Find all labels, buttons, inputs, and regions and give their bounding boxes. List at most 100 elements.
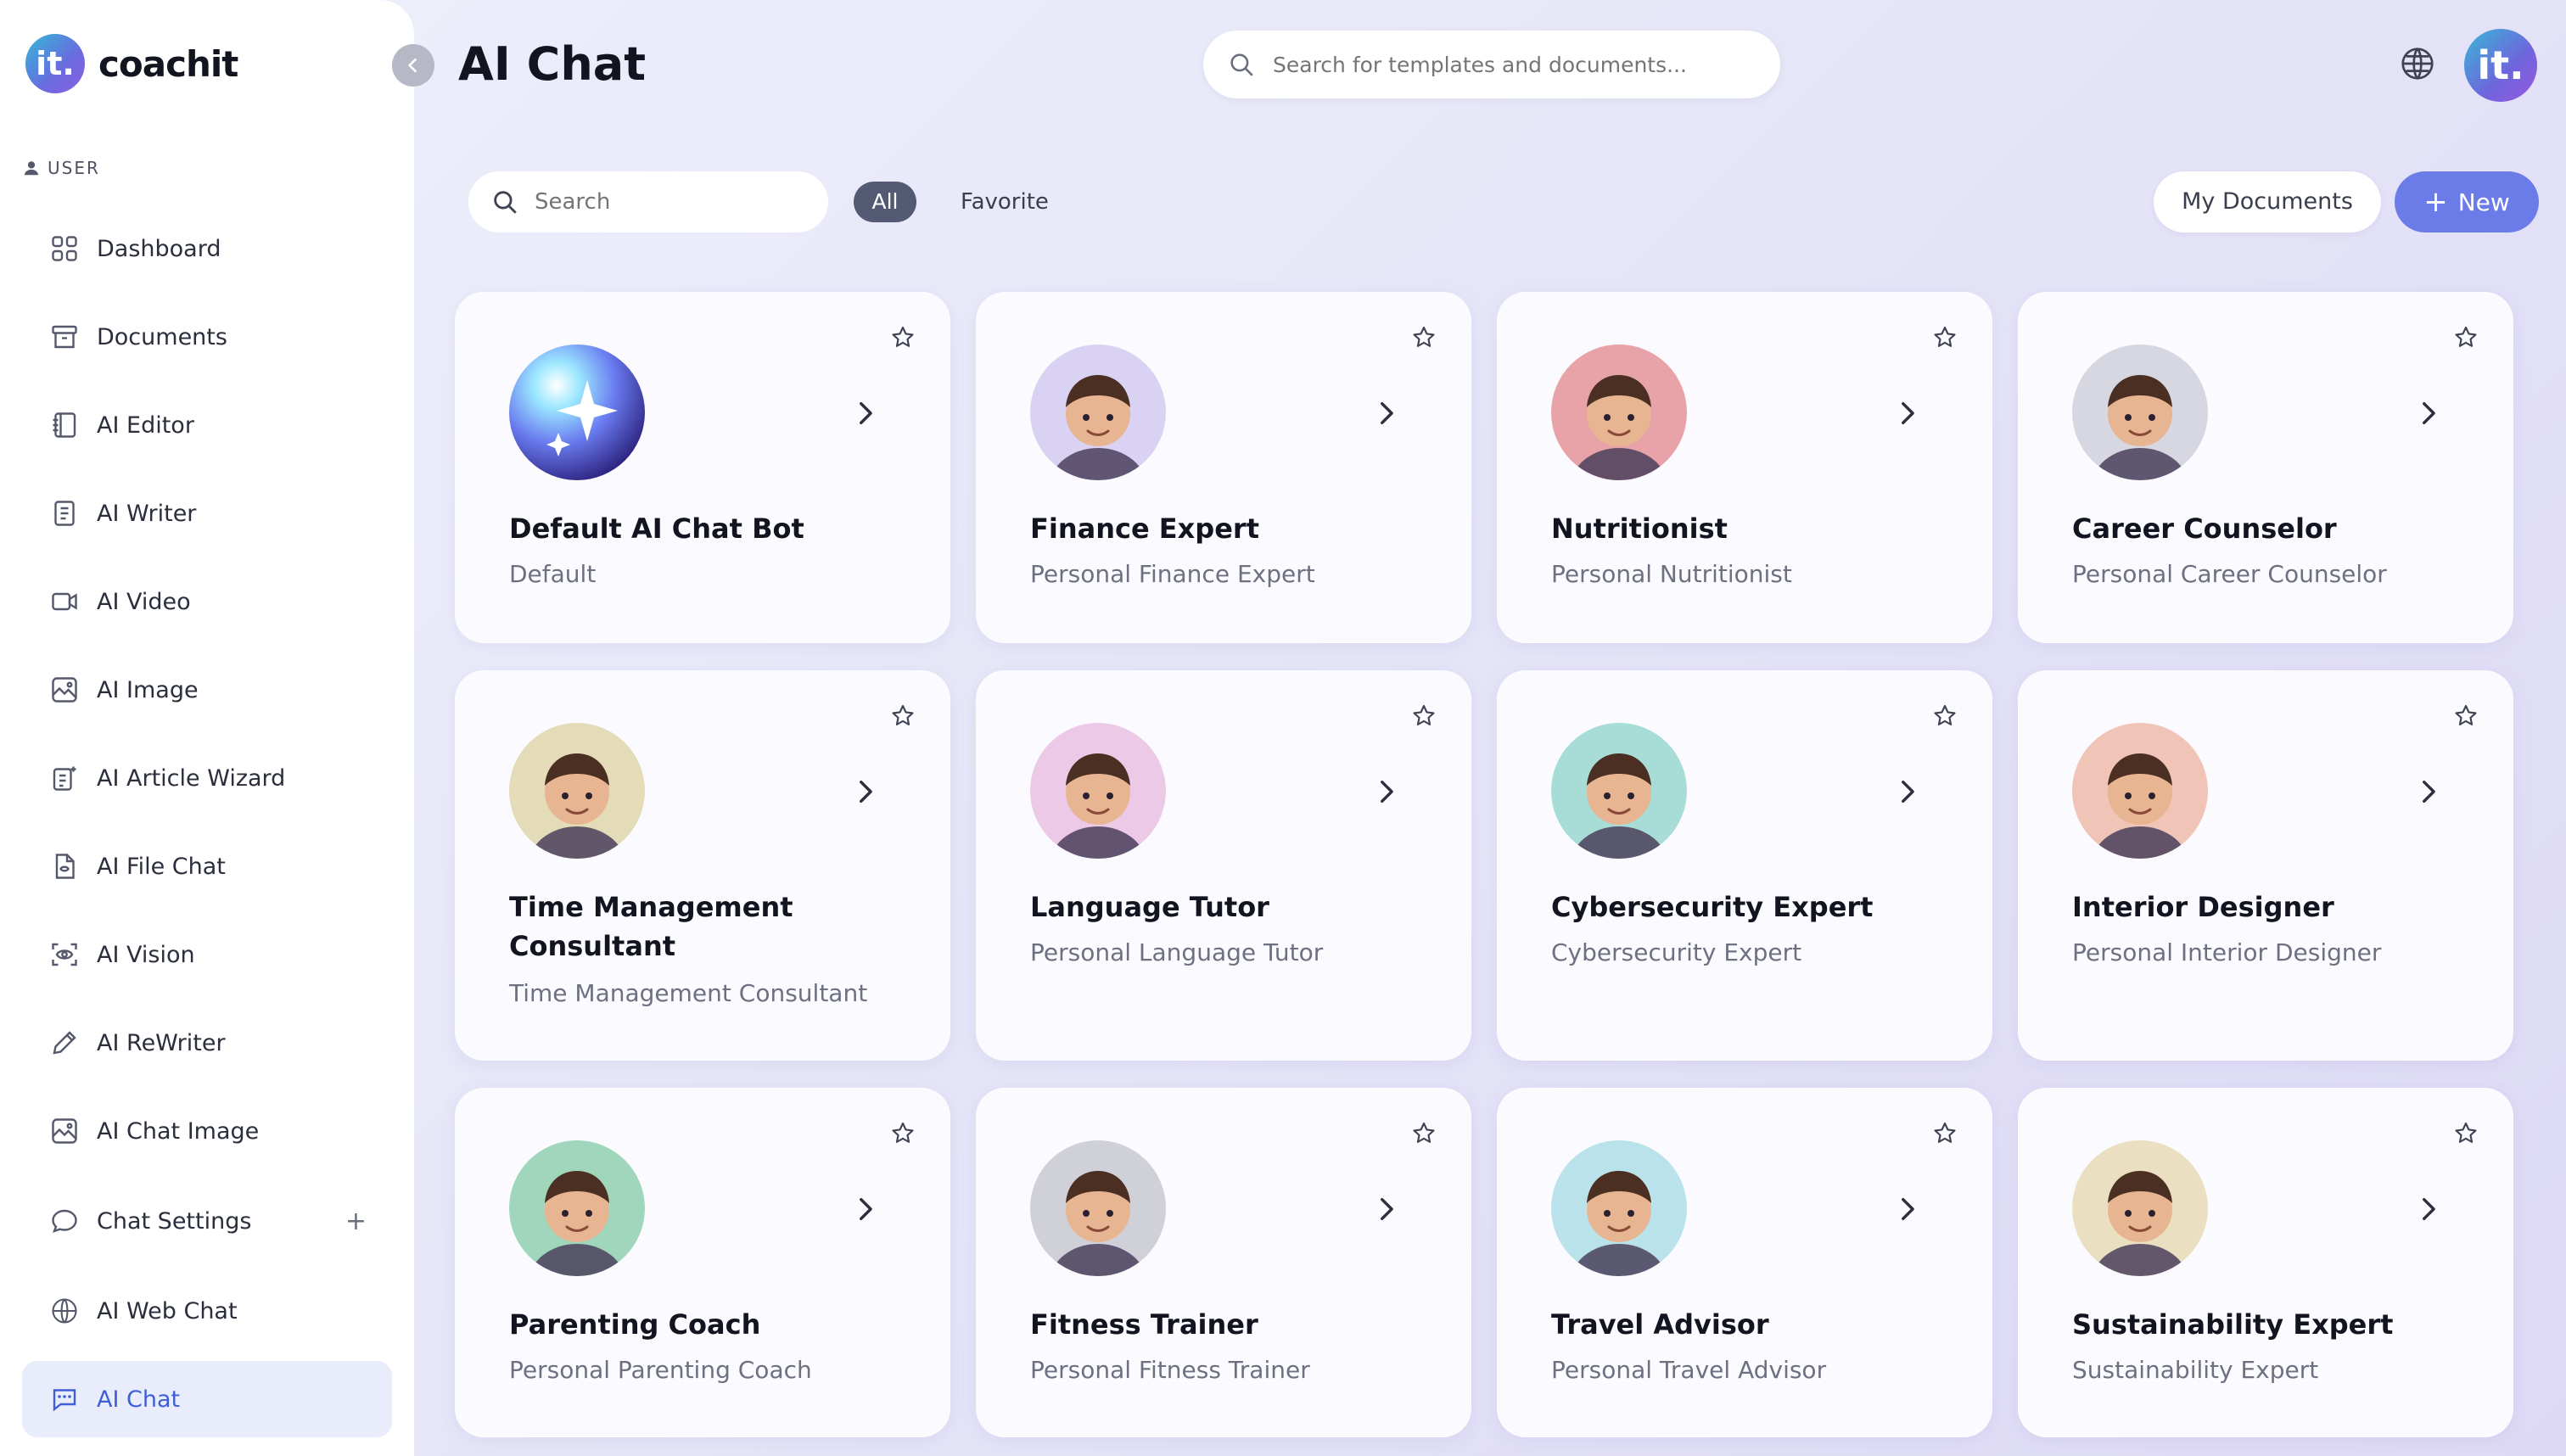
card-subtitle: Personal Language Tutor: [1030, 938, 1324, 966]
chevron-right-icon[interactable]: [850, 777, 879, 806]
chevron-right-icon[interactable]: [1371, 1195, 1400, 1224]
sidebar-item-dashboard[interactable]: Dashboard: [22, 210, 392, 287]
favorite-star-icon[interactable]: [2452, 324, 2479, 351]
global-search-input[interactable]: [1271, 51, 1750, 78]
chat-template-card[interactable]: Default AI Chat Bot Default: [455, 292, 950, 643]
favorite-star-icon[interactable]: [889, 703, 916, 730]
sidebar-item-ai-writer[interactable]: AI Writer: [22, 475, 392, 552]
sidebar-item-ai-article-wizard[interactable]: AI Article Wizard: [22, 740, 392, 816]
favorite-star-icon[interactable]: [1931, 703, 1958, 730]
chat-template-card[interactable]: Career Counselor Personal Career Counselo…: [2018, 292, 2513, 643]
chevron-right-icon[interactable]: [850, 1195, 879, 1224]
chevron-right-icon[interactable]: [1371, 399, 1400, 428]
favorite-star-icon[interactable]: [1931, 1120, 1958, 1147]
sidebar-collapse-button[interactable]: [392, 44, 434, 87]
favorite-star-icon[interactable]: [1931, 324, 1958, 351]
favorite-star-icon[interactable]: [1410, 703, 1437, 730]
chat-template-card[interactable]: Sustainability Expert Sustainability Expe…: [2018, 1088, 2513, 1437]
user-icon: [24, 161, 39, 176]
sidebar-item-ai-image[interactable]: AI Image: [22, 652, 392, 728]
filter-search-input[interactable]: [533, 188, 808, 216]
sidebar-item-chat-settings[interactable]: Chat Settings +: [22, 1183, 392, 1259]
video-icon: [52, 592, 77, 611]
page-title: AI Chat: [458, 37, 647, 91]
card-subtitle: Personal Interior Designer: [2072, 938, 2382, 966]
card-subtitle: Time Management Consultant: [509, 979, 868, 1007]
sidebar-item-label: AI Chat Image: [97, 1117, 260, 1145]
chat-template-card[interactable]: Finance Expert Personal Finance Expert: [976, 292, 1471, 643]
chevron-right-icon[interactable]: [2413, 399, 2442, 428]
persona-avatar: [1551, 1140, 1687, 1276]
tab-favorite[interactable]: Favorite: [961, 182, 1049, 222]
chat-template-card[interactable]: Time Management Consultant Time Managemen…: [455, 670, 950, 1061]
chat-template-card[interactable]: Nutritionist Personal Nutritionist: [1497, 292, 1992, 643]
new-button[interactable]: + New: [2395, 171, 2539, 232]
sidebar-item-label: AI Writer: [97, 500, 197, 527]
card-subtitle: Personal Travel Advisor: [1551, 1356, 1827, 1384]
user-avatar[interactable]: it.: [2464, 29, 2537, 102]
sidebar-item-ai-web-chat[interactable]: AI Web Chat: [22, 1273, 392, 1349]
chat-template-card[interactable]: Language Tutor Personal Language Tutor: [976, 670, 1471, 1061]
persona-avatar: [1030, 344, 1166, 480]
favorite-star-icon[interactable]: [2452, 703, 2479, 730]
favorite-star-icon[interactable]: [1410, 1120, 1437, 1147]
chevron-right-icon[interactable]: [2413, 777, 2442, 806]
expand-plus-icon[interactable]: +: [345, 1207, 367, 1236]
chevron-right-icon[interactable]: [850, 399, 879, 428]
chevron-right-icon[interactable]: [1892, 1195, 1921, 1224]
sidebar-item-ai-rewriter[interactable]: AI ReWriter: [22, 1005, 392, 1081]
persona-avatar: [1551, 344, 1687, 480]
sidebar-item-ai-file-chat[interactable]: AI File Chat: [22, 828, 392, 904]
chevron-right-icon[interactable]: [1371, 777, 1400, 806]
card-title: Nutritionist: [1551, 512, 1728, 545]
chat-bubble-icon: [52, 1209, 77, 1234]
grid-icon: [52, 236, 77, 261]
favorite-star-icon[interactable]: [2452, 1120, 2479, 1147]
globe-icon[interactable]: [2398, 44, 2437, 83]
sidebar-item-ai-video[interactable]: AI Video: [22, 563, 392, 640]
card-title: Fitness Trainer: [1030, 1308, 1258, 1341]
sidebar-item-label: AI Web Chat: [97, 1297, 238, 1324]
card-title: Parenting Coach: [509, 1308, 761, 1341]
favorite-star-icon[interactable]: [889, 324, 916, 351]
sidebar-item-label: AI ReWriter: [97, 1029, 226, 1056]
chat-template-card[interactable]: Parenting Coach Personal Parenting Coach: [455, 1088, 950, 1437]
sidebar-item-label: Documents: [97, 323, 227, 350]
chat-template-card[interactable]: Fitness Trainer Personal Fitness Trainer: [976, 1088, 1471, 1437]
chat-template-card[interactable]: Cybersecurity Expert Cybersecurity Expert: [1497, 670, 1992, 1061]
card-subtitle: Personal Fitness Trainer: [1030, 1356, 1310, 1384]
sidebar-item-label: AI Vision: [97, 941, 195, 968]
card-subtitle: Sustainability Expert: [2072, 1356, 2319, 1384]
sidebar-item-ai-vision[interactable]: AI Vision: [22, 916, 392, 993]
sidebar-item-label: AI Chat: [97, 1386, 181, 1413]
persona-avatar: [509, 344, 645, 480]
global-search[interactable]: [1203, 31, 1780, 98]
sidebar-item-label: AI Video: [97, 588, 191, 615]
chevron-right-icon[interactable]: [1892, 777, 1921, 806]
sidebar-item-documents[interactable]: Documents: [22, 299, 392, 375]
chevron-right-icon[interactable]: [1892, 399, 1921, 428]
card-title: Sustainability Expert: [2072, 1308, 2394, 1341]
sidebar-item-ai-chat-image[interactable]: AI Chat Image: [22, 1093, 392, 1169]
sidebar-item-ai-editor[interactable]: AI Editor: [22, 387, 392, 463]
tab-all[interactable]: All: [854, 182, 916, 222]
chat-template-card[interactable]: Travel Advisor Personal Travel Advisor: [1497, 1088, 1992, 1437]
persona-avatar: [2072, 723, 2208, 859]
sidebar-item-ai-chat[interactable]: AI Chat: [22, 1361, 392, 1437]
my-documents-button[interactable]: My Documents: [2154, 171, 2381, 232]
card-title: Language Tutor: [1030, 891, 1269, 923]
persona-avatar: [509, 723, 645, 859]
logo[interactable]: it. coachit: [25, 34, 238, 93]
chevron-right-icon[interactable]: [2413, 1195, 2442, 1224]
persona-avatar: [2072, 344, 2208, 480]
chat-template-card[interactable]: Interior Designer Personal Interior Desig…: [2018, 670, 2513, 1061]
sidebar-item-label: AI File Chat: [97, 853, 226, 880]
favorite-star-icon[interactable]: [1410, 324, 1437, 351]
favorite-star-icon[interactable]: [889, 1120, 916, 1147]
card-subtitle: Personal Parenting Coach: [509, 1356, 812, 1384]
eye-scan-icon: [52, 943, 77, 966]
card-subtitle: Default: [509, 560, 597, 588]
filter-search[interactable]: [468, 171, 828, 232]
www-icon: [52, 1298, 77, 1324]
book-icon: [53, 412, 76, 438]
